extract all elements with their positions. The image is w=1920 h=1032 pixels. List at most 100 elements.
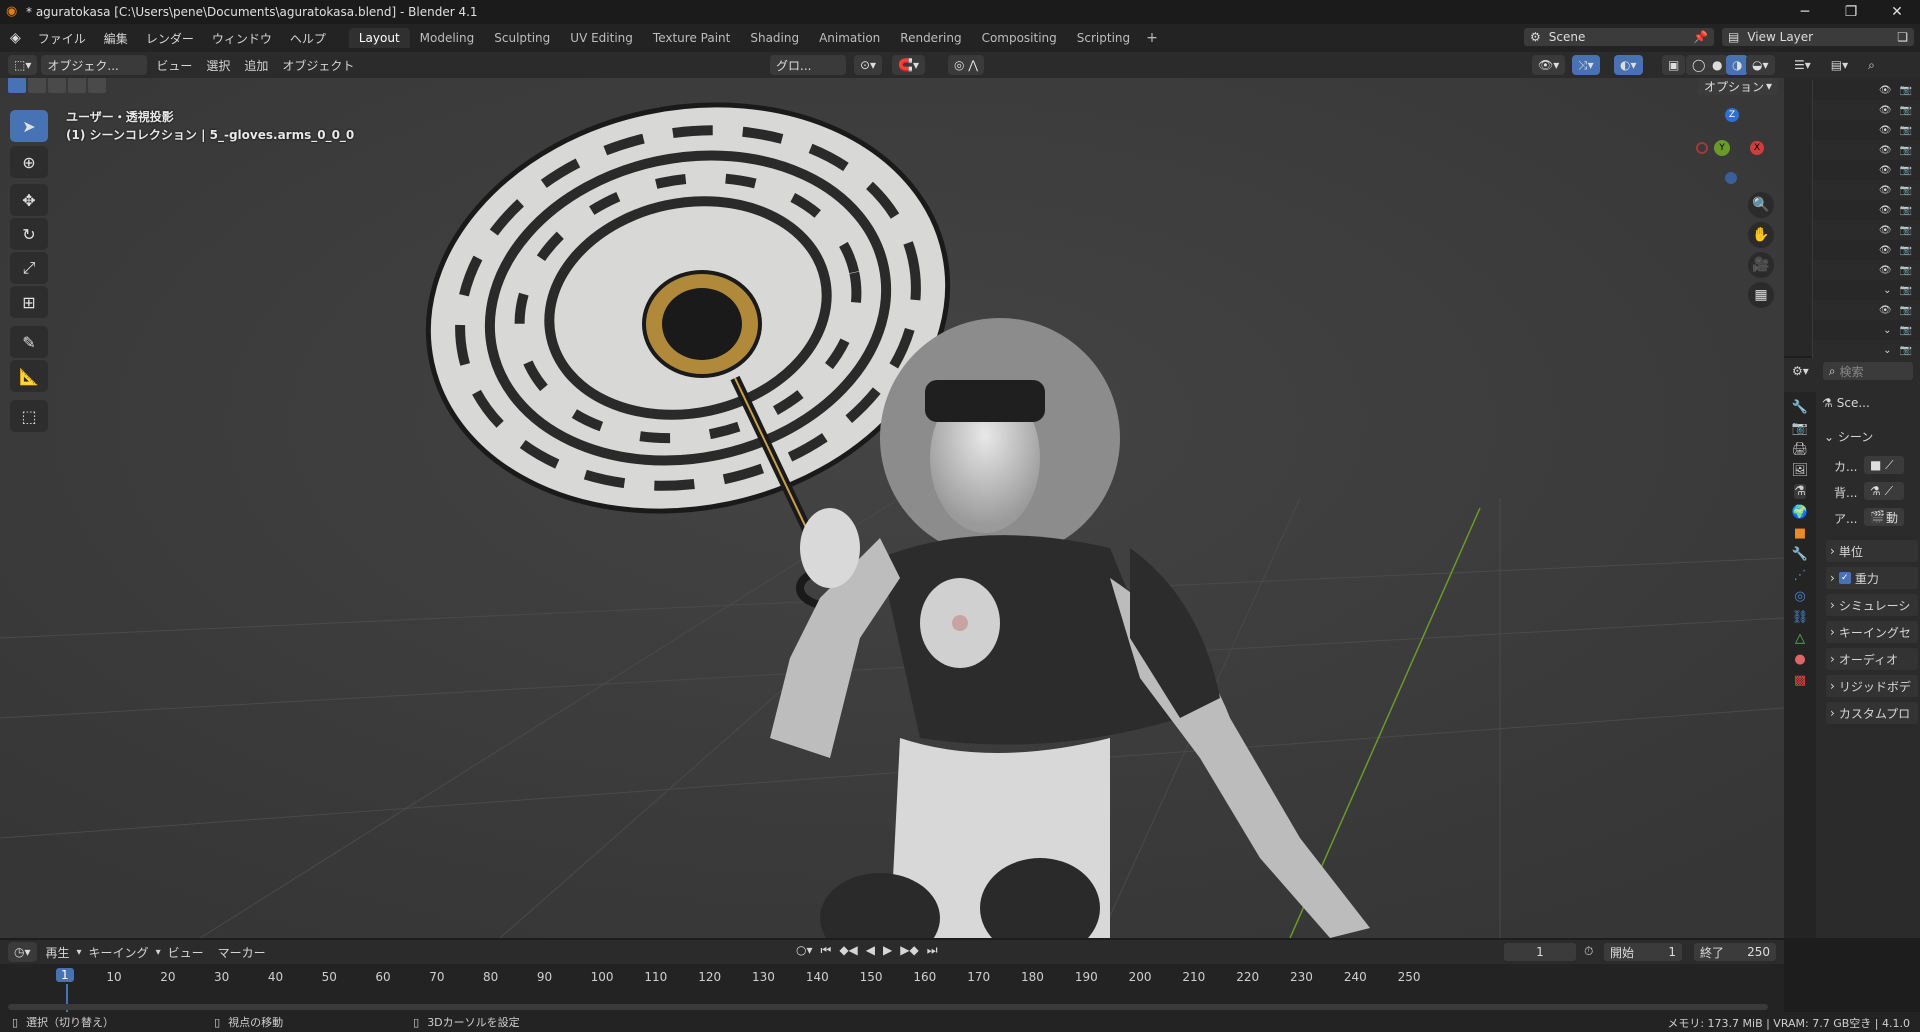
- outliner-row[interactable]: 👁 📷: [1812, 120, 1920, 140]
- auto-key-icon[interactable]: ○▾: [796, 943, 813, 958]
- tab-shading[interactable]: Shading: [740, 28, 809, 48]
- editor-type-button[interactable]: ⬚▾: [8, 55, 38, 75]
- tab-rendering[interactable]: Rendering: [890, 28, 971, 48]
- end-frame-field[interactable]: 終了 250: [1694, 943, 1776, 961]
- render-tab-icon[interactable]: 📷: [1792, 421, 1808, 436]
- maximize-button[interactable]: ❐: [1828, 0, 1874, 24]
- menu-file[interactable]: ファイル: [29, 30, 95, 47]
- rotate-tool-icon[interactable]: ↻: [10, 218, 48, 250]
- camera-icon[interactable]: 📷: [1900, 345, 1912, 356]
- constraints-tab-icon[interactable]: ⛓: [1792, 610, 1809, 625]
- eye-icon[interactable]: 👁: [1879, 225, 1892, 236]
- navigation-gizmo[interactable]: Z Y X: [1692, 108, 1772, 188]
- outliner-row[interactable]: 👁 📷: [1812, 200, 1920, 220]
- particles-tab-icon[interactable]: ⋰: [1794, 568, 1807, 583]
- xray-icon[interactable]: ▣: [1662, 55, 1686, 75]
- tab-texture-paint[interactable]: Texture Paint: [643, 28, 740, 48]
- subpanel-header[interactable]: › リジッドボデ: [1826, 675, 1918, 697]
- play-icon[interactable]: ▶: [883, 943, 892, 958]
- eye-icon[interactable]: 👁: [1879, 105, 1892, 116]
- eye-icon[interactable]: ⌄: [1883, 345, 1891, 356]
- active-clip-field[interactable]: 🎬 動: [1864, 508, 1904, 526]
- menu-object[interactable]: オブジェクト: [275, 57, 361, 74]
- tab-uv-editing[interactable]: UV Editing: [560, 28, 643, 48]
- view-layer-selector[interactable]: ▤ View Layer ❏: [1722, 28, 1914, 46]
- pan-hand-icon[interactable]: ✋: [1748, 222, 1774, 248]
- menu-view[interactable]: ビュー: [149, 57, 199, 74]
- properties-editor-icon[interactable]: ⚙▾: [1792, 364, 1809, 378]
- scene-tab-icon[interactable]: ⚗: [1794, 484, 1806, 499]
- menu-add[interactable]: 追加: [237, 57, 275, 74]
- timeline-area[interactable]: 1 10 20 30 40 50 60 70 80 90 100 110 120 130 140 150 160…: [0, 964, 1784, 1012]
- camera-icon[interactable]: 📷: [1900, 305, 1912, 316]
- jump-start-icon[interactable]: ⏮: [821, 943, 832, 958]
- stopwatch-icon[interactable]: ⏱: [1584, 944, 1593, 959]
- outliner-row[interactable]: 👁 📷: [1812, 260, 1920, 280]
- play-reverse-icon[interactable]: ◀: [866, 943, 875, 958]
- camera-view-icon[interactable]: 🎥: [1748, 252, 1774, 278]
- eye-icon[interactable]: 👁: [1879, 125, 1892, 136]
- texture-tab-icon[interactable]: ▩: [1794, 673, 1806, 688]
- add-workspace-icon[interactable]: +: [1140, 30, 1164, 46]
- camera-icon[interactable]: 📷: [1900, 325, 1912, 336]
- gizmo-y-axis[interactable]: Y: [1714, 140, 1730, 156]
- timeline-scrollbar[interactable]: [8, 1004, 1768, 1010]
- view-layer-tab-icon[interactable]: 🖼: [1792, 463, 1809, 478]
- outliner-row[interactable]: 👁 📷: [1812, 180, 1920, 200]
- output-tab-icon[interactable]: 🖨: [1792, 442, 1809, 457]
- cursor-tool-icon[interactable]: ⊕: [10, 146, 48, 178]
- add-cube-tool-icon[interactable]: ⬚: [10, 400, 48, 432]
- timeline-menu-keying[interactable]: キーイング: [82, 944, 156, 961]
- copy-icon[interactable]: ❏: [1897, 30, 1908, 44]
- camera-icon[interactable]: 📷: [1900, 145, 1912, 156]
- select-invert-icon[interactable]: [68, 78, 86, 93]
- transform-tool-icon[interactable]: ⊞: [10, 286, 48, 318]
- eye-icon[interactable]: 👁: [1879, 145, 1892, 156]
- background-scene-field[interactable]: ⚗ ⟋: [1864, 482, 1904, 500]
- select-extend-icon[interactable]: [28, 78, 46, 93]
- modifier-tab-icon[interactable]: 🔧: [1792, 547, 1808, 562]
- timeline-menu-playback[interactable]: 再生: [39, 944, 77, 961]
- camera-icon[interactable]: 📷: [1900, 245, 1912, 256]
- move-tool-icon[interactable]: ✥: [10, 184, 48, 216]
- physics-tab-icon[interactable]: ◎: [1794, 589, 1805, 604]
- outliner-editor-icon[interactable]: ☰▾: [1794, 58, 1811, 72]
- menu-select[interactable]: 選択: [199, 57, 237, 74]
- properties-search[interactable]: ⌕ 検索: [1822, 362, 1913, 380]
- scale-tool-icon[interactable]: ⤢: [10, 252, 48, 284]
- tool-tab-icon[interactable]: 🔧: [1792, 400, 1808, 415]
- select-box-tool-icon[interactable]: ➤: [10, 110, 48, 142]
- pivot-icon[interactable]: ⊙▾: [854, 55, 883, 75]
- select-intersect-icon[interactable]: [88, 78, 106, 93]
- outliner-row[interactable]: 👁 📷: [1812, 140, 1920, 160]
- tab-animation[interactable]: Animation: [809, 28, 890, 48]
- eye-icon[interactable]: ⌄: [1883, 285, 1891, 296]
- outliner-row[interactable]: 👁 📷: [1812, 80, 1920, 100]
- outliner-row[interactable]: 👁 📷: [1812, 100, 1920, 120]
- snap-icon[interactable]: 🧲▾: [892, 55, 925, 75]
- eye-icon[interactable]: 👁: [1879, 245, 1892, 256]
- camera-icon[interactable]: 📷: [1900, 285, 1912, 296]
- close-button[interactable]: ✕: [1874, 0, 1920, 24]
- jump-end-icon[interactable]: ⏭: [927, 943, 938, 958]
- world-tab-icon[interactable]: 🌍: [1792, 505, 1808, 520]
- select-subtract-icon[interactable]: [48, 78, 66, 93]
- shading-rendered-icon[interactable]: ◒▾: [1746, 55, 1775, 75]
- outliner-row[interactable]: ⌄ 📷: [1812, 280, 1920, 300]
- material-tab-icon[interactable]: ●: [1794, 652, 1805, 667]
- visibility-icon[interactable]: 👁▾: [1532, 55, 1566, 75]
- ortho-grid-icon[interactable]: ▦: [1748, 282, 1774, 308]
- eye-icon[interactable]: 👁: [1879, 185, 1892, 196]
- subpanel-header[interactable]: › 単位: [1826, 540, 1918, 562]
- menu-render[interactable]: レンダー: [137, 30, 203, 47]
- camera-icon[interactable]: 📷: [1900, 225, 1912, 236]
- outliner-row[interactable]: ⌄ 📷: [1812, 340, 1920, 360]
- outliner-row[interactable]: 👁 📷: [1812, 220, 1920, 240]
- blender-menu-icon[interactable]: ◈: [10, 30, 21, 46]
- eye-icon[interactable]: ⌄: [1883, 325, 1891, 336]
- prev-keyframe-icon[interactable]: ◆◀: [839, 943, 857, 958]
- outliner-row[interactable]: 👁 📷: [1812, 240, 1920, 260]
- proportional-icon[interactable]: ◎ ⋀: [948, 55, 985, 75]
- scene-section-header[interactable]: ⌄ シーン: [1824, 428, 1873, 445]
- object-tab-icon[interactable]: ■: [1794, 526, 1806, 541]
